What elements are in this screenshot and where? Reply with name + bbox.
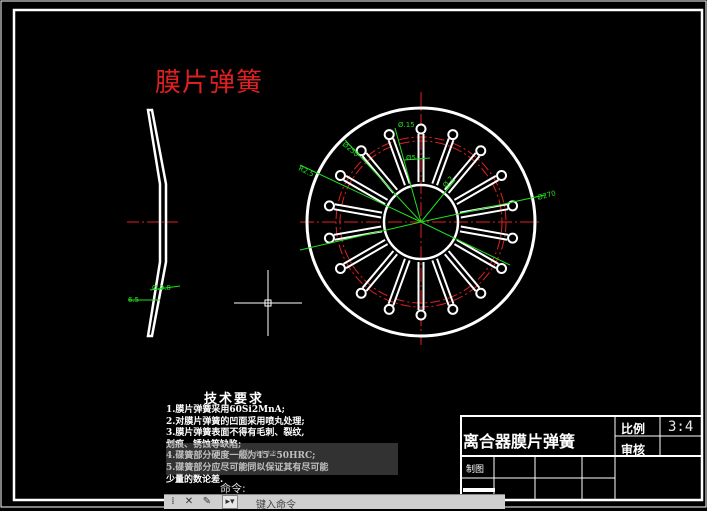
finger-hole: [323, 232, 335, 244]
command-history-line: 改 ****: [240, 448, 277, 461]
close-icon[interactable]: ✕: [182, 495, 196, 508]
drawing-title: 膜片弹簧: [155, 68, 264, 98]
spring-finger: [459, 225, 509, 241]
finger-hole: [383, 129, 395, 141]
title-block-part-name: 离合器膜片弹簧: [463, 432, 576, 451]
finger-hole: [496, 263, 508, 274]
sheet-frame: [0, 0, 707, 508]
spring-finger: [459, 203, 509, 219]
finger-hole: [447, 303, 459, 315]
dim-label: R2.5: [297, 165, 315, 179]
finger-hole: [355, 287, 367, 299]
grip-icon[interactable]: ⁞: [166, 495, 180, 508]
title-block-scale-label: 比例: [621, 422, 646, 436]
finger-hole: [415, 309, 427, 321]
spring-finger: [453, 238, 499, 270]
finger-hole: [475, 145, 487, 157]
tech-line: 3.膜片弹簧表面不得有毛刺、裂纹,: [166, 428, 305, 439]
dim-label: Ø.9.8: [152, 284, 171, 292]
spring-finger: [361, 250, 398, 292]
tech-line: 2.对膜片弹簧的凹面采用喷丸处理;: [166, 416, 305, 427]
dim-label: Ø270: [536, 189, 556, 202]
spring-finger: [444, 250, 481, 292]
crosshair-cursor: [234, 270, 302, 336]
finger-hole: [447, 129, 459, 141]
dim-label: Ø5: [406, 154, 416, 162]
finger-hole: [334, 263, 346, 274]
finger-hole: [415, 123, 427, 135]
spring-finger: [387, 258, 411, 306]
command-history-line: ****: [240, 461, 262, 474]
spring-finger: [343, 238, 389, 270]
finger-hole: [496, 170, 508, 181]
finger-hole: [334, 170, 346, 181]
dim-label: Ø.15: [398, 121, 415, 129]
tech-line: 1.膜片弹簧采用60Si2MnA;: [166, 405, 285, 415]
spring-finger: [333, 203, 383, 219]
title-block-drawn-label: 制图: [466, 465, 485, 475]
command-input[interactable]: 键入命令: [256, 496, 296, 511]
spring-finger: [361, 152, 398, 194]
drawing-canvas[interactable]: Ø.15 Ø250 R2.5 Ø5 Ø.2 Ø270 6.5 Ø.9.8: [0, 0, 707, 508]
dim-label: 6.5: [128, 296, 139, 304]
dim-label: Ø250: [341, 140, 361, 158]
title-block-bar: [463, 488, 495, 492]
command-history-dropdown[interactable]: ▸▾: [222, 495, 238, 509]
title-block-scale-value: 3:4: [668, 419, 694, 435]
finger-hole: [383, 303, 395, 315]
command-line-bar[interactable]: ⁞ ✕ ✎ ▸▾ 键入命令: [164, 494, 505, 511]
title-block-check-label: 审核: [621, 443, 646, 457]
spring-finger: [343, 174, 389, 206]
command-history-overlay: [166, 443, 398, 475]
finger-hole: [475, 287, 487, 299]
wrench-icon[interactable]: ✎: [200, 495, 214, 508]
spring-finger: [453, 174, 499, 206]
tech-line: 少量的数论差.: [166, 474, 224, 485]
finger-hole: [323, 200, 335, 212]
spring-finger: [431, 258, 455, 306]
finger-hole: [507, 232, 519, 244]
